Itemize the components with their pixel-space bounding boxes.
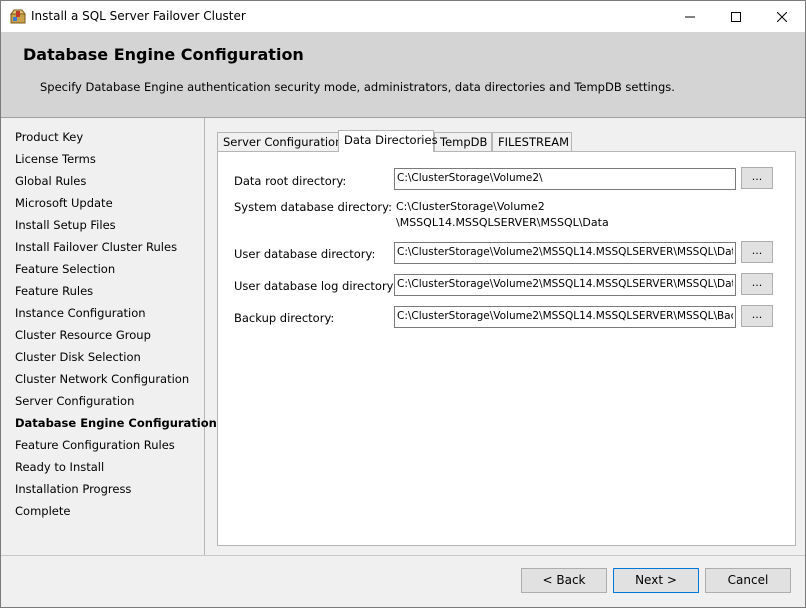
user-db-label: User database directory: [234, 247, 376, 261]
user-db-log-input[interactable] [394, 274, 736, 296]
system-db-value-line2: \MSSQL14.MSSQLSERVER\MSSQL\Data [396, 216, 609, 229]
user-db-browse-button[interactable]: ... [741, 241, 773, 263]
sidebar-step[interactable]: Feature Configuration Rules [15, 438, 175, 452]
user-db-input[interactable] [394, 242, 736, 264]
sidebar-step[interactable]: Installation Progress [15, 482, 131, 496]
page-description: Specify Database Engine authentication s… [40, 80, 675, 94]
backup-input[interactable] [394, 306, 736, 328]
user-db-log-label: User database log directory: [234, 279, 397, 293]
sidebar-step[interactable]: Install Failover Cluster Rules [15, 240, 177, 254]
maximize-icon [731, 11, 741, 22]
data-root-input[interactable] [394, 168, 736, 190]
user-db-log-field[interactable] [395, 275, 735, 293]
cancel-button[interactable]: Cancel [705, 568, 791, 593]
sidebar-step[interactable]: Feature Selection [15, 262, 115, 276]
sidebar-step[interactable]: Global Rules [15, 174, 86, 188]
data-root-field[interactable] [395, 169, 735, 187]
sql-setup-box-icon [10, 9, 26, 24]
backup-browse-button[interactable]: ... [741, 305, 773, 327]
minimize-icon [685, 16, 695, 17]
next-button[interactable]: Next > [613, 568, 699, 593]
back-button[interactable]: < Back [521, 568, 607, 593]
title-bar: Install a SQL Server Failover Cluster [1, 1, 805, 32]
steps-sidebar: Product Key License Terms Global Rules M… [1, 118, 217, 555]
sidebar-step[interactable]: Product Key [15, 130, 83, 144]
sidebar-step[interactable]: Instance Configuration [15, 306, 146, 320]
data-directories-panel: Data root directory: ... System database… [217, 151, 796, 546]
page-header: Database Engine Configuration Specify Da… [1, 32, 805, 118]
sidebar-step[interactable]: Ready to Install [15, 460, 104, 474]
footer-divider [1, 555, 805, 556]
sidebar-step[interactable]: Microsoft Update [15, 196, 113, 210]
user-db-log-browse-button[interactable]: ... [741, 273, 773, 295]
setup-window: Install a SQL Server Failover Cluster Da… [0, 0, 806, 608]
sidebar-step[interactable]: Install Setup Files [15, 218, 116, 232]
data-root-label: Data root directory: [234, 174, 347, 188]
backup-field[interactable] [395, 307, 735, 325]
tab-server-configuration[interactable]: Server Configuration [217, 132, 342, 151]
tab-tempdb[interactable]: TempDB [434, 132, 492, 151]
sidebar-step[interactable]: Cluster Network Configuration [15, 372, 189, 386]
tab-data-directories[interactable]: Data Directories [338, 130, 438, 152]
user-db-field[interactable] [395, 243, 735, 261]
system-db-label: System database directory: [234, 200, 392, 214]
system-db-value-line1: C:\ClusterStorage\Volume2 [396, 200, 545, 213]
sidebar-step[interactable]: Complete [15, 504, 70, 518]
sidebar-step[interactable]: Feature Rules [15, 284, 93, 298]
sidebar-step[interactable]: License Terms [15, 152, 96, 166]
sidebar-step[interactable]: Cluster Resource Group [15, 328, 151, 342]
minimize-button[interactable] [667, 1, 713, 32]
window-title: Install a SQL Server Failover Cluster [31, 9, 246, 23]
close-icon [777, 11, 787, 22]
backup-label: Backup directory: [234, 311, 335, 325]
sidebar-step[interactable]: Server Configuration [15, 394, 134, 408]
data-root-browse-button[interactable]: ... [741, 167, 773, 189]
sidebar-step[interactable]: Cluster Disk Selection [15, 350, 141, 364]
maximize-button[interactable] [713, 1, 759, 32]
sidebar-step-active[interactable]: Database Engine Configuration [15, 416, 217, 430]
tab-filestream[interactable]: FILESTREAM [492, 132, 572, 151]
close-button[interactable] [759, 1, 805, 32]
page-title: Database Engine Configuration [23, 45, 304, 64]
main-content: Server Configuration Data Directories Te… [205, 118, 805, 555]
